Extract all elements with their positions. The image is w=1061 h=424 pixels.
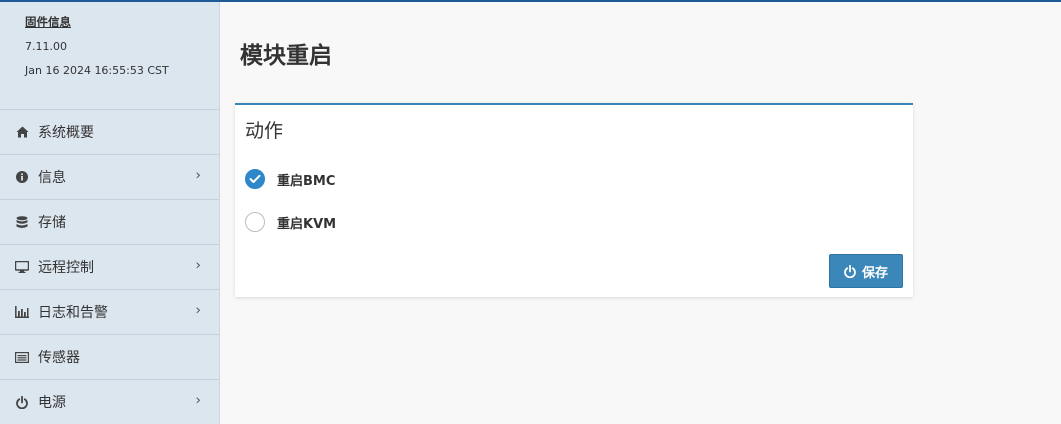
firmware-info: 固件信息 7.11.00 Jan 16 2024 16:55:53 CST — [25, 14, 169, 77]
radio-label: 重启BMC — [277, 173, 336, 189]
sidebar-item-label: 远程控制 — [38, 260, 94, 276]
sidebar-nav: 系统概要 信息 › 存储 远程控制 › 日志和告警 › 传感器 电源 › — [0, 109, 219, 424]
sidebar-item-storage[interactable]: 存储 — [0, 199, 219, 244]
firmware-info-link[interactable]: 固件信息 — [25, 14, 169, 30]
sidebar-item-info[interactable]: 信息 › — [0, 154, 219, 199]
sidebar-item-remote-control[interactable]: 远程控制 › — [0, 244, 219, 289]
power-icon — [15, 395, 29, 409]
list-icon — [15, 350, 29, 364]
info-icon — [15, 170, 29, 184]
sidebar-item-label: 传感器 — [38, 350, 80, 366]
sidebar: 固件信息 7.11.00 Jan 16 2024 16:55:53 CST 系统… — [0, 2, 220, 424]
sidebar-item-logs-alerts[interactable]: 日志和告警 › — [0, 289, 219, 334]
sidebar-item-label: 信息 — [38, 170, 66, 186]
sidebar-item-label: 系统概要 — [38, 125, 94, 141]
restart-kvm-option[interactable]: 重启KVM — [245, 212, 336, 232]
restart-bmc-option[interactable]: 重启BMC — [245, 169, 335, 189]
sidebar-item-label: 存储 — [38, 215, 66, 231]
save-button-label: 保存 — [861, 265, 888, 281]
chevron-right-icon: › — [195, 392, 201, 409]
sidebar-item-power[interactable]: 电源 › — [0, 379, 219, 424]
chevron-right-icon: › — [195, 302, 201, 319]
sidebar-item-sensors[interactable]: 传感器 — [0, 334, 219, 379]
save-button[interactable]: 保存 — [829, 254, 903, 288]
page-title: 模块重启 — [240, 43, 332, 69]
chevron-right-icon: › — [195, 167, 201, 184]
radio-unchecked[interactable] — [245, 212, 265, 232]
bar-chart-icon — [15, 305, 29, 319]
action-panel: 动作 重启BMC 重启KVM 保存 — [235, 103, 913, 297]
sidebar-item-system-summary[interactable]: 系统概要 — [0, 109, 219, 154]
sidebar-item-label: 电源 — [38, 395, 66, 411]
radio-checked[interactable] — [245, 169, 265, 189]
radio-label: 重启KVM — [277, 216, 337, 232]
power-icon — [844, 264, 856, 278]
panel-title: 动作 — [245, 120, 284, 142]
chevron-right-icon: › — [195, 257, 201, 274]
firmware-build-date: Jan 16 2024 16:55:53 CST — [25, 64, 169, 77]
check-icon — [249, 174, 261, 183]
home-icon — [15, 125, 29, 139]
sidebar-item-label: 日志和告警 — [38, 305, 108, 321]
firmware-version: 7.11.00 — [25, 40, 67, 53]
database-icon — [15, 215, 29, 229]
desktop-icon — [15, 260, 29, 274]
